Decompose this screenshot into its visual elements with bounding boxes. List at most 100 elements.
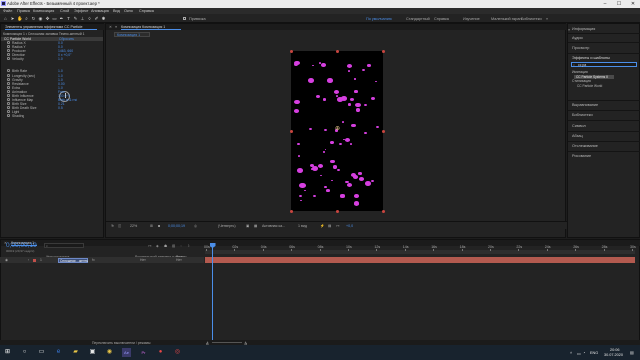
tray-up-icon[interactable]: ˄ (570, 351, 572, 355)
effect-prop-value[interactable]: 0.5 (58, 106, 63, 110)
media-app-icon[interactable]: ◎ (173, 348, 182, 357)
close-button[interactable]: ✕ (626, 0, 640, 8)
search-icon[interactable]: ○ (20, 348, 29, 357)
clock-date[interactable]: 30.07.2020 (604, 353, 623, 357)
minimize-button[interactable]: – (598, 0, 612, 8)
layer-parent-select[interactable]: Нет (140, 258, 146, 262)
mask-visibility-icon[interactable]: ◫ (118, 224, 121, 228)
language-indicator[interactable]: ENG (590, 351, 598, 355)
rotate-tool-icon[interactable]: ↻ (31, 16, 36, 21)
stopwatch-icon[interactable] (7, 53, 10, 56)
current-time-indicator[interactable] (212, 243, 213, 343)
menu-composition[interactable]: Композиция (33, 9, 54, 13)
stopwatch-icon[interactable] (7, 49, 10, 52)
flowchart-icon[interactable]: ⊶ (336, 224, 340, 228)
audio-section[interactable]: Аудио (572, 36, 583, 40)
windows-start-icon[interactable]: ⊞ (3, 348, 12, 357)
paint-section[interactable]: Рисование (572, 154, 591, 158)
timeline-timecode[interactable]: 0;00;00;19 (6, 242, 37, 249)
region-of-interest-icon[interactable]: ▣ (246, 224, 249, 228)
effects-search-input[interactable]: ⌕ cc pa (571, 62, 637, 67)
workspace-libraries[interactable]: Библиотеки (521, 17, 542, 21)
camera-view-select[interactable]: Активная ка... (262, 224, 285, 228)
camera-snapshot-icon[interactable]: ◙ (158, 224, 160, 228)
zoom-select[interactable]: 22% (130, 224, 137, 228)
stopwatch-icon[interactable] (7, 106, 10, 109)
menu-animation[interactable]: Анимация (91, 9, 109, 13)
rectangle-tool-icon[interactable]: ▭ (52, 16, 57, 21)
align-section[interactable]: Выравнивание (572, 103, 598, 107)
effect-prop-value[interactable]: 1.0 (58, 69, 63, 73)
layer-transform-handle[interactable] (335, 209, 339, 213)
layer-duration-bar[interactable] (205, 257, 635, 263)
stopwatch-icon[interactable] (7, 41, 10, 44)
stopwatch-icon[interactable] (7, 114, 10, 117)
layer-transform-handle[interactable] (381, 129, 385, 133)
work-area-bar[interactable] (205, 250, 635, 254)
notifications-icon[interactable]: ▤ (630, 350, 634, 355)
views-layout-select[interactable]: 1 вид (298, 224, 307, 228)
workspace-help[interactable]: Справка (434, 17, 449, 21)
layer-transform-handle[interactable] (289, 129, 293, 133)
menu-window[interactable]: Окно (124, 9, 133, 13)
workspace-default[interactable]: По умолчанию (366, 17, 392, 21)
stopwatch-icon[interactable] (7, 57, 10, 60)
pan-behind-tool-icon[interactable]: ✥ (45, 16, 50, 21)
home-icon[interactable]: ⌂ (3, 16, 8, 21)
tracker-section[interactable]: Отслеживание (572, 144, 598, 148)
layer-visibility-icon[interactable]: ◉ (5, 258, 8, 262)
stopwatch-icon[interactable] (7, 102, 10, 105)
edge-browser-icon[interactable]: e (54, 348, 63, 357)
stopwatch-icon[interactable] (7, 74, 10, 77)
workspace-small-screen[interactable]: Маленький экран (491, 17, 522, 21)
character-section[interactable]: Символ (572, 124, 586, 128)
timeline-zoom-slider[interactable] (212, 342, 242, 343)
motion-blur-icon[interactable]: ◌ (180, 244, 182, 248)
timeline-icon[interactable]: ▤ (328, 224, 331, 228)
stopwatch-icon[interactable] (7, 45, 10, 48)
stopwatch-icon[interactable] (7, 110, 10, 113)
viewer-timecode[interactable]: 0;00;00;19 (168, 224, 185, 228)
composition-canvas[interactable]: ⊕ (289, 49, 385, 213)
premiere-taskbar-icon[interactable]: Pr (139, 348, 148, 357)
after-effects-taskbar-icon[interactable]: Ae (122, 348, 131, 357)
record-app-icon[interactable]: ● (156, 348, 165, 357)
network-icon[interactable]: ◔ (583, 351, 585, 355)
effect-item-selected[interactable]: CC Particle Systems II (574, 74, 614, 79)
composition-breadcrumb[interactable]: Композиция 1 (114, 32, 150, 37)
pen-tool-icon[interactable]: ✒ (59, 16, 64, 21)
draft-3d-icon[interactable]: ◈ (156, 244, 159, 248)
layer-fx-icon[interactable]: fx (92, 258, 95, 262)
brush-tool-icon[interactable]: ✎ (73, 16, 78, 21)
effects-presets-section[interactable]: Эффекты и шаблоны (572, 56, 610, 60)
menu-file[interactable]: Файл (3, 9, 12, 13)
always-preview-icon[interactable]: ⚞ (111, 224, 114, 228)
battery-icon[interactable]: ▭ (577, 351, 581, 356)
grid-icon[interactable]: ⊞ (150, 224, 153, 228)
effect-prop-value[interactable]: 1.0 (58, 57, 63, 61)
info-section[interactable]: Информация (572, 27, 595, 31)
camera-tool-icon[interactable]: ◉ (38, 16, 43, 21)
stopwatch-icon[interactable] (7, 86, 10, 89)
timeline-search-input[interactable]: ⌕ (44, 243, 84, 248)
stopwatch-icon[interactable] (7, 78, 10, 81)
layer-expand-icon[interactable]: › (28, 258, 29, 262)
snapshot-icon[interactable]: ◎ (194, 224, 197, 228)
paragraph-section[interactable]: Абзац (572, 134, 583, 138)
exposure-value[interactable]: +0,0 (346, 224, 353, 228)
layer-label-color[interactable] (33, 258, 36, 262)
libraries-section[interactable]: Библиотеки (572, 113, 593, 117)
workspace-learn[interactable]: Изучение (463, 17, 480, 21)
frame-blending-icon[interactable]: ▥ (172, 244, 175, 248)
stopwatch-icon[interactable] (7, 82, 10, 85)
store-icon[interactable]: ▣ (88, 348, 97, 357)
layer-transform-handle[interactable] (289, 209, 293, 213)
graph-editor-icon[interactable]: ⌇ (188, 244, 190, 248)
layer-transform-handle[interactable] (381, 209, 385, 213)
toggle-switches-modes[interactable]: Переключить выключатели / режимы (92, 341, 150, 345)
selection-tool-icon[interactable]: ➤ (10, 16, 15, 21)
snap-checkbox[interactable] (183, 17, 186, 20)
transparency-grid-icon[interactable]: ▦ (254, 224, 257, 228)
puppet-tool-icon[interactable]: ✱ (101, 16, 106, 21)
category-simulation[interactable]: Имитация (572, 70, 588, 74)
